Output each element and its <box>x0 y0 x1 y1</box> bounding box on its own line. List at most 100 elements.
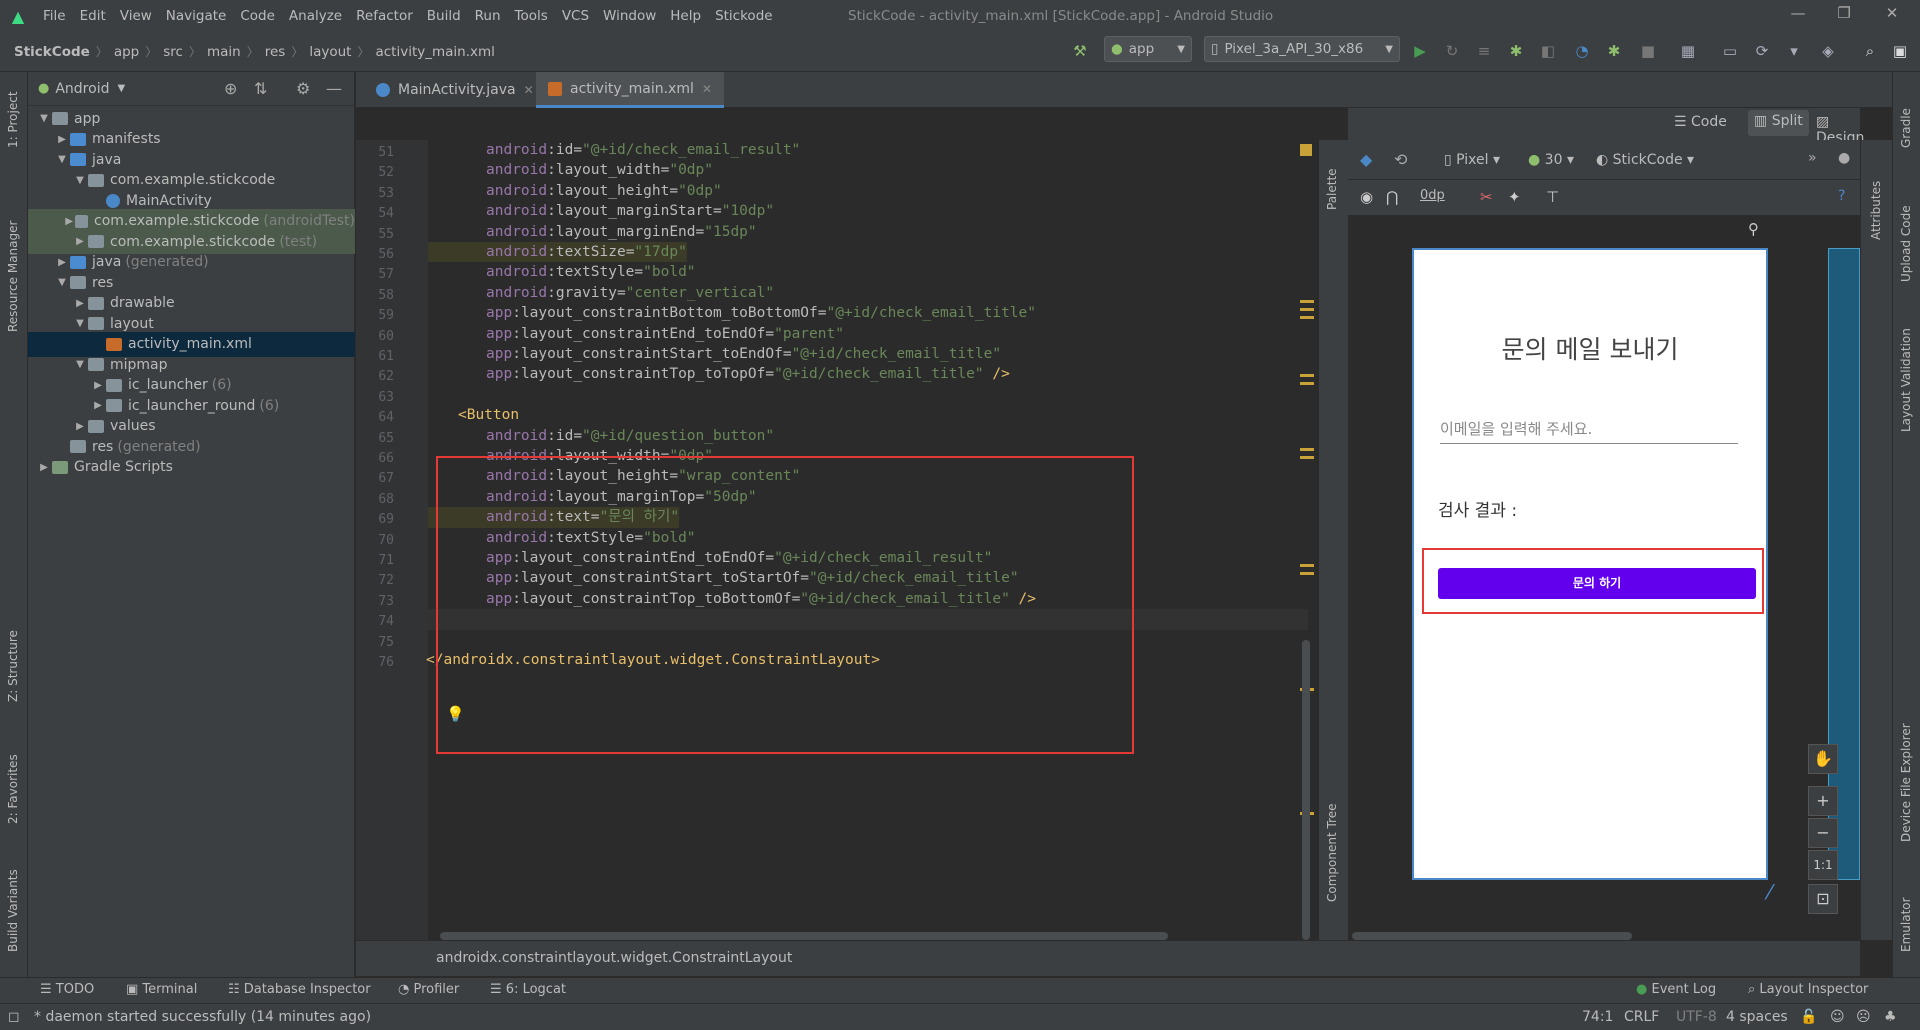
code-line[interactable]: app:layout_constraintBottom_toBottomOf="… <box>428 303 1308 323</box>
upload-code-tool-button[interactable]: Upload Code <box>1899 205 1913 282</box>
infer-constraints-icon[interactable]: ✦ <box>1508 188 1521 206</box>
code-line[interactable]: android:id="@+id/check_email_result" <box>428 140 1308 160</box>
expanded-arrow-icon[interactable]: ▼ <box>54 277 70 288</box>
tab-activity-main[interactable]: activity_main.xml ✕ <box>536 72 724 108</box>
code-line[interactable]: android:textStyle="bold" <box>428 262 1308 282</box>
indent-setting[interactable]: 4 spaces <box>1726 1009 1788 1025</box>
attach-debugger-icon[interactable]: ◧ <box>1538 42 1558 62</box>
structure-tool-button[interactable]: Z: Structure <box>6 630 20 702</box>
expanded-arrow-icon[interactable]: ▼ <box>72 318 88 329</box>
wrench-icon[interactable]: ⚲ <box>1748 220 1759 238</box>
breadcrumb-item[interactable]: layout <box>305 44 355 60</box>
default-margin[interactable]: 0dp <box>1420 188 1445 203</box>
project-structure-icon[interactable]: ▦ <box>1678 42 1698 62</box>
close-tab-icon[interactable]: ✕ <box>524 83 534 97</box>
breadcrumb-item[interactable]: src <box>159 44 187 60</box>
layers-icon[interactable]: ◆ <box>1360 150 1372 169</box>
breadcrumb-item[interactable]: StickCode <box>10 44 94 60</box>
menu-edit[interactable]: Edit <box>73 8 113 24</box>
gradle-tool-button[interactable]: Gradle <box>1899 108 1913 148</box>
search-icon[interactable]: ⌕ <box>1860 42 1880 62</box>
attributes-tool-button[interactable]: Attributes <box>1869 181 1883 240</box>
menu-tools[interactable]: Tools <box>508 8 555 24</box>
collapsed-arrow-icon[interactable]: ▶ <box>36 462 52 473</box>
favorites-tool-button[interactable]: 2: Favorites <box>6 754 20 824</box>
expanded-arrow-icon[interactable]: ▼ <box>54 154 70 165</box>
close-icon[interactable]: ✕ <box>1870 4 1914 28</box>
breadcrumb-item[interactable]: activity_main.xml <box>371 44 498 60</box>
help-icon[interactable]: ? <box>1838 188 1845 204</box>
database-inspector-tool-button[interactable]: ☷ Database Inspector <box>228 982 371 997</box>
resize-handle-icon[interactable]: ⁄ <box>1768 880 1798 910</box>
layout-validation-tool-button[interactable]: Layout Validation <box>1899 328 1913 432</box>
caret-position[interactable]: 74:1 <box>1582 1009 1613 1025</box>
breadcrumb-item[interactable]: app <box>110 44 143 60</box>
code-line[interactable]: <Button <box>428 405 1308 425</box>
status-message[interactable]: * daemon started successfully (14 minute… <box>34 1009 371 1025</box>
maximize-icon[interactable]: ❐ <box>1822 4 1866 28</box>
layout-inspector-tool-button[interactable]: ⌕ Layout Inspector <box>1748 982 1868 997</box>
device-file-explorer-tool-button[interactable]: Device File Explorer <box>1899 723 1913 842</box>
zoom-in-button[interactable]: + <box>1808 786 1838 816</box>
collapsed-arrow-icon[interactable]: ▶ <box>72 298 88 309</box>
collapse-all-icon[interactable]: ⇅ <box>254 79 267 98</box>
menu-analyze[interactable]: Analyze <box>282 8 349 24</box>
stop-icon[interactable]: ■ <box>1638 42 1658 62</box>
api-selector[interactable]: ● 30 ▾ <box>1528 152 1574 168</box>
minimize-icon[interactable]: — <box>1776 4 1820 28</box>
menu-code[interactable]: Code <box>233 8 282 24</box>
theme-selector[interactable]: ◐ StickCode ▾ <box>1596 152 1694 168</box>
menu-refactor[interactable]: Refactor <box>349 8 420 24</box>
expanded-arrow-icon[interactable]: ▼ <box>36 113 52 124</box>
preview-title[interactable]: 문의 메일 보내기 <box>1414 330 1766 366</box>
orientation-icon[interactable]: ⟲ <box>1394 150 1407 169</box>
xml-breadcrumb[interactable]: androidx.constraintlayout.widget.Constra… <box>356 940 1860 976</box>
terminal-tool-button[interactable]: ▣ Terminal <box>126 982 197 997</box>
more-icon[interactable]: » <box>1808 150 1817 166</box>
build-hammer-icon[interactable]: ⚒ <box>1070 42 1090 62</box>
todo-tool-button[interactable]: ☰ TODO <box>40 982 94 997</box>
notifications-icon[interactable]: ♣ <box>1884 1009 1897 1025</box>
zoom-actual-button[interactable]: 1:1 <box>1808 850 1838 880</box>
menu-help[interactable]: Help <box>663 8 708 24</box>
inspection-status-icon[interactable] <box>1300 144 1312 156</box>
editor-h-scrollbar[interactable] <box>440 932 1168 940</box>
sdk-manager-icon[interactable]: ▾ <box>1784 42 1804 62</box>
settings-icon[interactable]: ▣ <box>1890 42 1910 62</box>
project-tool-button[interactable]: 1: Project <box>6 91 20 148</box>
code-mode-button[interactable]: ☰ Code <box>1674 114 1727 130</box>
collapsed-arrow-icon[interactable]: ▶ <box>72 236 88 247</box>
collapsed-arrow-icon[interactable]: ▶ <box>54 257 70 268</box>
editor-scrollbar[interactable] <box>1302 640 1310 940</box>
pan-hand-icon[interactable]: ✋ <box>1808 744 1838 774</box>
collapsed-arrow-icon[interactable]: ▶ <box>54 134 70 145</box>
build-variants-tool-button[interactable]: Build Variants <box>6 869 20 952</box>
menu-stickode[interactable]: Stickode <box>708 8 780 24</box>
expanded-arrow-icon[interactable]: ▼ <box>72 175 88 186</box>
collapsed-arrow-icon[interactable]: ▶ <box>63 216 76 227</box>
menu-file[interactable]: File <box>36 8 73 24</box>
device-dropdown[interactable]: ▯ Pixel_3a_API_30_x86 ▼ <box>1204 36 1400 62</box>
profile-icon[interactable]: ◔ <box>1572 42 1592 62</box>
eye-icon[interactable]: ◉ <box>1360 188 1373 206</box>
warning-icon[interactable]: ● <box>1838 150 1850 166</box>
breadcrumb-item[interactable]: main <box>203 44 245 60</box>
zoom-fit-icon[interactable]: ⊡ <box>1808 884 1838 914</box>
split-mode-button[interactable]: ▥ Split <box>1748 110 1809 136</box>
preview-email-input[interactable]: 이메일을 입력해 주세요. <box>1440 416 1738 444</box>
code-line[interactable]: android:gravity="center_vertical" <box>428 283 1308 303</box>
profiler-tool-button[interactable]: ◔ Profiler <box>398 982 459 997</box>
lock-icon[interactable]: 🔓 <box>1800 1009 1817 1025</box>
locate-icon[interactable]: ⊕ <box>224 79 237 98</box>
device-selector[interactable]: ▯ Pixel ▾ <box>1444 152 1500 168</box>
tree-item[interactable]: ▶ Gradle Scripts <box>28 455 355 480</box>
breadcrumb-item[interactable]: res <box>261 44 290 60</box>
project-view-selector[interactable]: Android <box>55 81 109 97</box>
apply-changes-icon[interactable]: ↻ <box>1442 42 1462 62</box>
collapsed-arrow-icon[interactable]: ▶ <box>90 400 106 411</box>
magnet-icon[interactable]: ⋂ <box>1386 188 1398 206</box>
code-line[interactable]: android:layout_marginStart="10dp" <box>428 201 1308 221</box>
apply-code-changes-icon[interactable]: ≡ <box>1474 42 1494 62</box>
code-line[interactable]: android:layout_height="0dp" <box>428 181 1308 201</box>
debug-icon[interactable]: ✱ <box>1506 42 1526 62</box>
